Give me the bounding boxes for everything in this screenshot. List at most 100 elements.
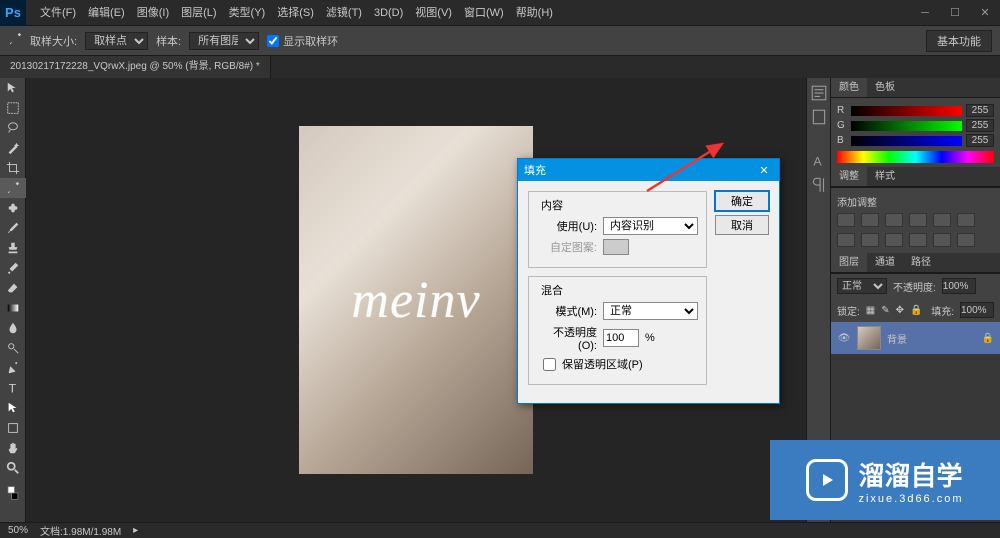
menu-filter[interactable]: 滤镜(T) — [320, 0, 368, 26]
zoom-level[interactable]: 50% — [8, 525, 28, 536]
maximize-button[interactable]: ☐ — [940, 0, 970, 25]
sample-size-select[interactable]: 取样点 — [85, 32, 148, 50]
character-icon[interactable]: A — [810, 152, 828, 170]
show-ring-checkbox[interactable]: 显示取样环 — [267, 33, 338, 49]
menu-view[interactable]: 视图(V) — [409, 0, 458, 26]
menu-window[interactable]: 窗口(W) — [458, 0, 510, 26]
chevron-right-icon[interactable]: ▸ — [133, 525, 138, 536]
menu-file[interactable]: 文件(F) — [34, 0, 82, 26]
hand-tool[interactable] — [0, 438, 26, 458]
menu-layer[interactable]: 图层(L) — [175, 0, 222, 26]
r-value[interactable]: 255 — [966, 104, 994, 117]
channels-tab[interactable]: 通道 — [867, 253, 903, 272]
r-slider[interactable] — [851, 106, 962, 116]
dialog-close-button[interactable]: ✕ — [755, 164, 773, 177]
eraser-tool[interactable] — [0, 278, 26, 298]
adj-photofilter[interactable] — [885, 233, 903, 247]
paths-tab[interactable]: 路径 — [903, 253, 939, 272]
brush-tool[interactable] — [0, 218, 26, 238]
mode-select[interactable]: 正常 — [603, 302, 698, 320]
menu-edit[interactable]: 编辑(E) — [82, 0, 131, 26]
blend-group-label: 混合 — [537, 282, 567, 298]
color-tab[interactable]: 颜色 — [831, 78, 867, 97]
paragraph-icon[interactable] — [810, 176, 828, 194]
menubar: 文件(F) 编辑(E) 图像(I) 图层(L) 类型(Y) 选择(S) 滤镜(T… — [26, 0, 910, 26]
color-swap-tool[interactable] — [0, 478, 26, 508]
shape-tool[interactable] — [0, 418, 26, 438]
menu-3d[interactable]: 3D(D) — [368, 0, 409, 26]
g-value[interactable]: 255 — [966, 119, 994, 132]
lock-all-icon[interactable]: 🔒 — [910, 305, 922, 316]
lasso-tool[interactable] — [0, 118, 26, 138]
crop-tool[interactable] — [0, 158, 26, 178]
close-button[interactable]: ✕ — [970, 0, 1000, 25]
cancel-button[interactable]: 取消 — [715, 215, 769, 235]
move-tool[interactable] — [0, 78, 26, 98]
eyedropper-tool[interactable] — [0, 178, 26, 198]
adjust-tab[interactable]: 调整 — [831, 167, 867, 186]
adj-vibrance[interactable] — [933, 213, 951, 227]
path-select-tool[interactable] — [0, 398, 26, 418]
svg-text:T: T — [9, 381, 17, 395]
adjust-panel-tabs: 调整 样式 — [831, 167, 1000, 187]
b-slider[interactable] — [851, 136, 962, 146]
adj-bw[interactable] — [861, 233, 879, 247]
zoom-tool[interactable] — [0, 458, 26, 478]
type-tool[interactable]: T — [0, 378, 26, 398]
menu-select[interactable]: 选择(S) — [271, 0, 320, 26]
dialog-title: 填充 — [524, 162, 546, 178]
properties-icon[interactable] — [810, 108, 828, 126]
dialog-titlebar[interactable]: 填充 ✕ — [518, 159, 779, 181]
heal-tool[interactable] — [0, 198, 26, 218]
document-tab[interactable]: 20130217172228_VQrwX.jpeg @ 50% (背景, RGB… — [0, 56, 271, 78]
blend-mode-select[interactable]: 正常 — [837, 278, 887, 294]
adj-huesat[interactable] — [957, 213, 975, 227]
layer-opacity-input[interactable] — [942, 278, 976, 294]
menu-help[interactable]: 帮助(H) — [510, 0, 559, 26]
marquee-tool[interactable] — [0, 98, 26, 118]
adj-invert[interactable] — [957, 233, 975, 247]
ok-button[interactable]: 确定 — [715, 191, 769, 211]
content-group-label: 内容 — [537, 197, 567, 213]
use-select[interactable]: 内容识别 — [603, 217, 698, 235]
menu-type[interactable]: 类型(Y) — [223, 0, 272, 26]
workspace-button[interactable]: 基本功能 — [926, 30, 992, 52]
stamp-tool[interactable] — [0, 238, 26, 258]
history-icon[interactable] — [810, 84, 828, 102]
g-slider[interactable] — [851, 121, 962, 131]
dodge-tool[interactable] — [0, 338, 26, 358]
blur-tool[interactable] — [0, 318, 26, 338]
visibility-icon[interactable]: 👁 — [837, 333, 851, 344]
adj-exposure[interactable] — [909, 213, 927, 227]
adj-levels[interactable] — [861, 213, 879, 227]
b-value[interactable]: 255 — [966, 134, 994, 147]
preserve-transparency-checkbox[interactable] — [543, 358, 556, 371]
lock-transparent-icon[interactable]: ▦ — [866, 305, 875, 316]
add-adjustment-label: 添加调整 — [837, 194, 994, 209]
lock-move-icon[interactable]: ✥ — [896, 305, 904, 316]
hue-strip[interactable] — [837, 151, 994, 163]
opacity-input[interactable] — [603, 329, 639, 347]
layer-fill-input[interactable] — [960, 302, 994, 318]
adjustments-panel: 添加调整 — [831, 187, 1000, 253]
adj-curves[interactable] — [885, 213, 903, 227]
pen-tool[interactable] — [0, 358, 26, 378]
site-url: zixue.3d66.com — [858, 493, 963, 505]
lock-paint-icon[interactable]: ✎ — [881, 305, 889, 316]
adj-channelmixer[interactable] — [909, 233, 927, 247]
adj-colorbalance[interactable] — [837, 233, 855, 247]
adj-colorlookup[interactable] — [933, 233, 951, 247]
wand-tool[interactable] — [0, 138, 26, 158]
history-brush-tool[interactable] — [0, 258, 26, 278]
gradient-tool[interactable] — [0, 298, 26, 318]
menu-image[interactable]: 图像(I) — [131, 0, 175, 26]
layer-opacity-label: 不透明度: — [893, 279, 936, 294]
sample-layers-select[interactable]: 所有图层 — [189, 32, 259, 50]
swatches-tab[interactable]: 色板 — [867, 78, 903, 97]
styles-tab[interactable]: 样式 — [867, 167, 903, 186]
layers-tab[interactable]: 图层 — [831, 253, 867, 272]
adj-brightness[interactable] — [837, 213, 855, 227]
sample-size-label: 取样大小: — [30, 33, 77, 49]
layer-item-background[interactable]: 👁 背景 🔒 — [831, 322, 1000, 354]
minimize-button[interactable]: ─ — [910, 0, 940, 25]
